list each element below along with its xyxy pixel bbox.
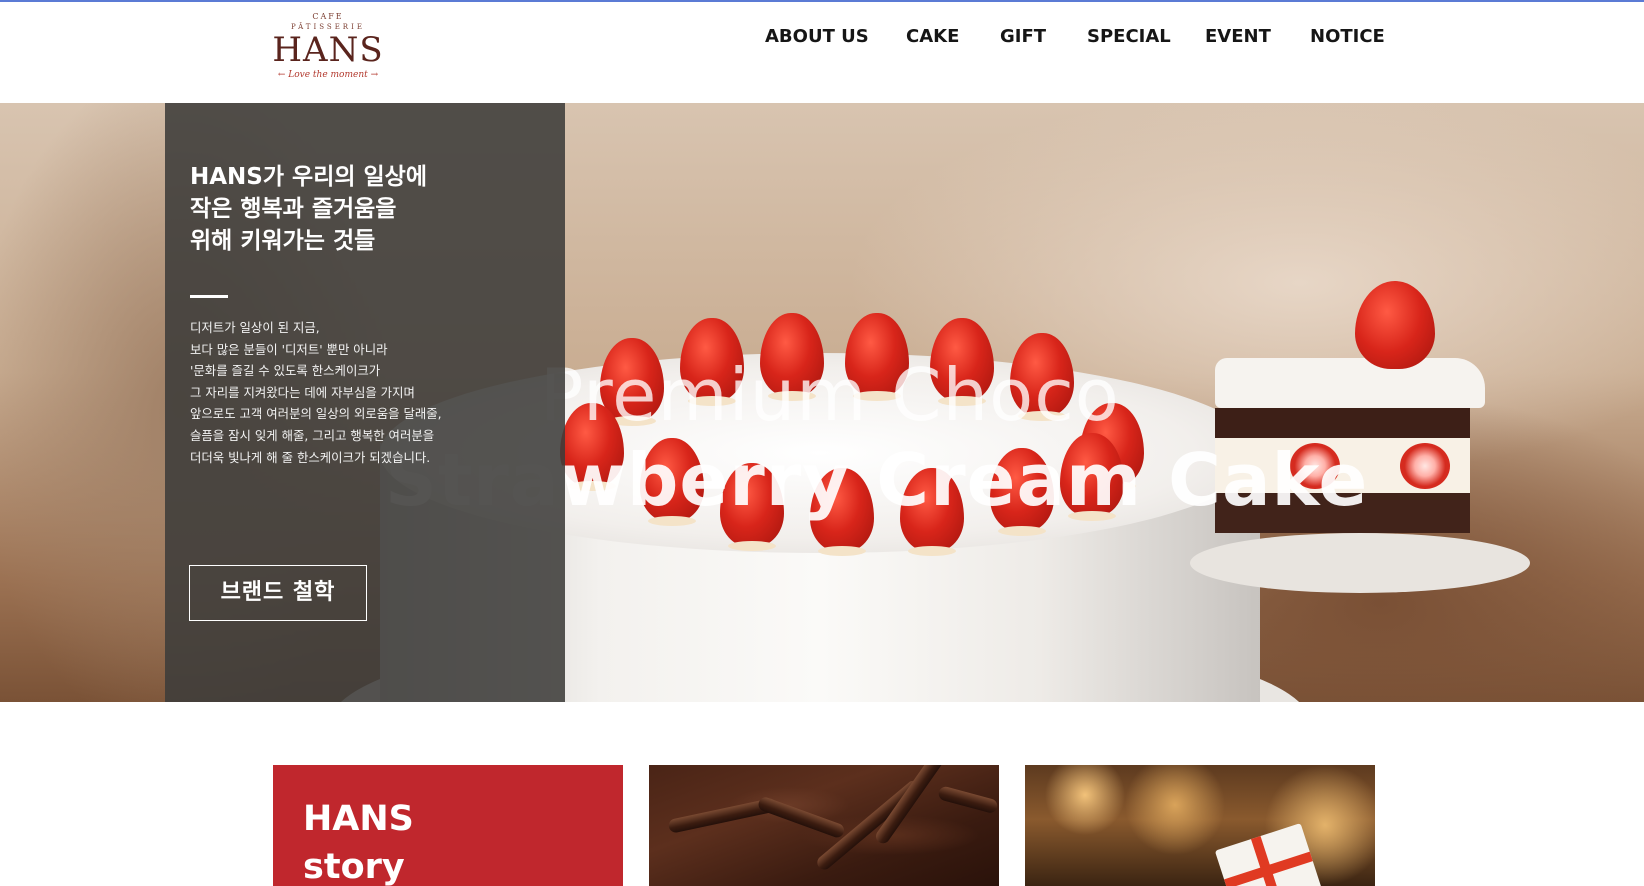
nav-gift[interactable]: GIFT: [1000, 26, 1046, 47]
hero-banner: Premium Choco Strawberry Cream Cake HANS…: [0, 103, 1644, 702]
site-header: CAFE PÂTISSERIE HANS ← Love the moment →…: [0, 2, 1644, 102]
hans-logo[interactable]: CAFE PÂTISSERIE HANS ← Love the moment →: [268, 12, 388, 96]
chocolate-curl-image: [937, 785, 999, 815]
chocolate-card-image[interactable]: [649, 765, 999, 886]
nav-about-us[interactable]: ABOUT US: [765, 26, 869, 47]
intro-heading: HANS가 우리의 일상에 작은 행복과 즐거움을 위해 키워가는 것들: [190, 161, 510, 257]
intro-body-line: '문화를 즐길 수 있도록 한스케이크가: [190, 363, 381, 379]
chocolate-curl-image: [756, 795, 846, 840]
nav-notice[interactable]: NOTICE: [1310, 26, 1385, 47]
hero-title-line1: Premium Choco: [540, 353, 1120, 437]
gift-card-image[interactable]: [1025, 765, 1375, 886]
logo-wordmark: HANS: [272, 30, 384, 70]
intro-heading-line: 작은 행복과 즐거움을: [190, 196, 397, 222]
slice-top-strawberry: [1355, 281, 1435, 369]
hans-story-title: HANS story: [303, 795, 414, 886]
slice-chocolate-layer: [1215, 408, 1470, 438]
nav-cake[interactable]: CAKE: [906, 26, 959, 47]
slice-cream-top: [1215, 358, 1485, 408]
intro-body-line: 더더욱 빛나게 해 줄 한스케이크가 되겠습니다.: [190, 449, 431, 465]
logo-cafe-text: CAFE: [312, 12, 344, 21]
intro-body-line: 디저트가 일상이 된 지금,: [190, 320, 320, 335]
logo-tagline: ← Love the moment →: [277, 70, 379, 80]
intro-divider: [190, 295, 228, 298]
hans-story-title-line: HANS: [303, 799, 414, 839]
hans-story-card[interactable]: HANS story: [273, 765, 623, 886]
intro-heading-line: HANS가 우리의 일상에: [190, 164, 427, 190]
intro-panel: HANS가 우리의 일상에 작은 행복과 즐거움을 위해 키워가는 것들 디저트…: [165, 103, 565, 702]
intro-body: 디저트가 일상이 된 지금, 보다 많은 분들이 '디저트' 뿐만 아니라 '문…: [190, 317, 530, 468]
hans-story-title-line: story: [303, 847, 405, 886]
nav-special[interactable]: SPECIAL: [1087, 26, 1171, 47]
intro-body-line: 슬픔을 잠시 잊게 해줄, 그리고 행복한 여러분을: [190, 427, 435, 443]
gift-box-image: [1214, 823, 1326, 886]
intro-body-line: 그 자리를 지켜왔다는 데에 자부심을 가지며: [190, 384, 415, 400]
intro-body-line: 앞으로도 고객 여러분의 일상의 외로움을 달래줄,: [190, 406, 442, 422]
nav-event[interactable]: EVENT: [1205, 26, 1271, 47]
intro-body-line: 보다 많은 분들이 '디저트' 뿐만 아니라: [190, 341, 388, 357]
slice-strawberry: [1400, 443, 1450, 489]
brand-philosophy-button[interactable]: 브랜드 철학: [189, 565, 367, 621]
intro-heading-line: 위해 키워가는 것들: [190, 228, 376, 254]
